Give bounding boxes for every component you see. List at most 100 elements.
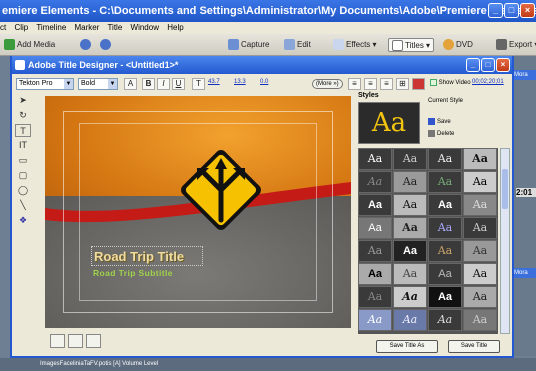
dialog-close-icon[interactable]: × <box>496 58 510 72</box>
menu-bar: ct Clip Timeline Marker Title Window Hel… <box>0 22 536 34</box>
align-left-icon[interactable]: ≡ <box>348 78 361 90</box>
style-swatch[interactable]: Aa <box>428 171 462 193</box>
tracking-value[interactable]: 0.0 <box>260 79 268 85</box>
style-swatch[interactable]: Aa <box>463 240 497 262</box>
style-swatch[interactable]: Aa <box>393 286 427 308</box>
style-swatch[interactable]: Aa <box>358 309 392 331</box>
style-swatch[interactable]: Aa <box>393 217 427 239</box>
save-title-as-button[interactable]: Save Title As <box>376 340 438 353</box>
background-tab-2[interactable]: Mora <box>514 268 536 278</box>
edit-button[interactable]: Edit <box>284 38 311 52</box>
underline-button[interactable]: U <box>172 78 185 90</box>
style-swatch[interactable]: Aa <box>428 217 462 239</box>
status-bar: ImagesFaceliniaTaFV.potis [A] Volume Lev… <box>0 358 536 371</box>
rounded-rect-tool-icon[interactable]: ▢ <box>15 169 31 182</box>
leading-value[interactable]: 13.3 <box>234 79 246 85</box>
style-swatch[interactable]: Aa <box>428 240 462 262</box>
style-swatch[interactable]: Aa <box>463 309 497 331</box>
distribute-icon[interactable] <box>68 334 83 348</box>
style-swatch[interactable]: Aa <box>463 286 497 308</box>
selection-tool-icon[interactable]: ➤ <box>15 94 31 107</box>
style-swatch[interactable]: Aa <box>393 309 427 331</box>
align-center-icon[interactable]: ≡ <box>364 78 377 90</box>
font-family-select[interactable]: Tekton Pro ▼ <box>16 78 74 90</box>
title-canvas[interactable]: Road Trip Title Road Trip Subtitle <box>45 96 351 328</box>
vertical-type-tool-icon[interactable]: IT <box>15 139 31 152</box>
image-tool-icon[interactable]: ❖ <box>15 214 31 227</box>
style-swatch[interactable]: Aa <box>358 148 392 170</box>
menu-clip[interactable]: Clip <box>14 23 28 32</box>
dialog-maximize-icon[interactable]: □ <box>481 58 495 72</box>
dialog-minimize-icon[interactable]: _ <box>466 58 480 72</box>
style-swatch[interactable]: Aa <box>358 217 392 239</box>
dvd-button[interactable]: DVD <box>443 38 473 52</box>
subtitle-text[interactable]: Road Trip Subtitle <box>93 268 173 278</box>
style-swatch[interactable]: Aa <box>358 194 392 216</box>
title-designer-icon <box>15 60 25 70</box>
current-style-preview: Aa <box>358 102 420 144</box>
font-browser-icon[interactable]: A <box>124 78 137 90</box>
style-swatch[interactable]: Aa <box>463 194 497 216</box>
style-swatch[interactable]: Aa <box>463 217 497 239</box>
scroll-thumb[interactable] <box>502 169 508 209</box>
delete-style-button[interactable]: Delete <box>428 130 454 137</box>
menu-marker[interactable]: Marker <box>75 23 100 32</box>
style-swatch[interactable]: Aa <box>393 240 427 262</box>
trash-icon <box>428 130 435 137</box>
export-button[interactable]: Export ▾ <box>496 38 536 52</box>
menu-timeline[interactable]: Timeline <box>36 23 66 32</box>
arrange-icon[interactable] <box>50 334 65 348</box>
line-tool-icon[interactable]: ╲ <box>15 199 31 212</box>
style-swatch[interactable]: Aa <box>428 148 462 170</box>
tab-stops-icon[interactable]: ⊞ <box>396 78 409 90</box>
minimize-icon[interactable]: _ <box>488 3 503 18</box>
style-swatch[interactable]: Aa <box>358 240 392 262</box>
maximize-icon[interactable]: □ <box>504 3 519 18</box>
more-button[interactable]: (More ») <box>312 79 343 89</box>
type-tool-icon[interactable]: T <box>15 124 31 137</box>
background-tab[interactable]: Mora <box>514 70 536 80</box>
styles-scrollbar[interactable] <box>500 148 510 334</box>
menu-title[interactable]: Title <box>107 23 122 32</box>
style-swatch[interactable]: Aa <box>428 286 462 308</box>
capture-button[interactable]: Capture <box>228 38 269 52</box>
close-icon[interactable]: × <box>520 3 535 18</box>
bold-button[interactable]: B <box>142 78 155 90</box>
show-video-toggle[interactable]: Show Video <box>430 79 471 86</box>
style-swatch[interactable]: Aa <box>428 263 462 285</box>
align-right-icon[interactable]: ≡ <box>380 78 393 90</box>
style-swatch[interactable]: Aa <box>428 194 462 216</box>
center-icon[interactable] <box>86 334 101 348</box>
style-swatch[interactable]: Aa <box>428 309 462 331</box>
save-style-button[interactable]: Save <box>428 118 451 125</box>
title-text[interactable]: Road Trip Title <box>91 246 203 266</box>
style-swatch[interactable]: Aa <box>393 263 427 285</box>
menu-window[interactable]: Window <box>131 23 159 32</box>
style-swatch[interactable]: Aa <box>358 171 392 193</box>
style-swatch[interactable]: Aa <box>463 148 497 170</box>
effects-button[interactable]: Effects ▾ <box>333 38 377 52</box>
timecode-value[interactable]: 00;02;20;01 <box>472 79 504 85</box>
menu-item[interactable]: ct <box>0 23 6 32</box>
redo-button[interactable] <box>100 38 113 52</box>
style-swatch[interactable]: Aa <box>463 263 497 285</box>
rotation-tool-icon[interactable]: ↻ <box>15 109 31 122</box>
menu-help[interactable]: Help <box>167 23 183 32</box>
style-swatch[interactable]: Aa <box>393 171 427 193</box>
kerning-value[interactable]: 43.7 <box>208 79 220 85</box>
style-swatch[interactable]: Aa <box>463 171 497 193</box>
style-swatch[interactable]: Aa <box>358 263 392 285</box>
style-swatch[interactable]: Aa <box>393 194 427 216</box>
undo-button[interactable] <box>80 38 93 52</box>
save-title-button[interactable]: Save Title <box>448 340 500 353</box>
italic-button[interactable]: I <box>157 78 170 90</box>
font-style-select[interactable]: Bold ▼ <box>78 78 118 90</box>
style-swatch[interactable]: Aa <box>393 148 427 170</box>
add-media-button[interactable]: Add Media <box>4 38 55 52</box>
template-icon[interactable] <box>412 78 425 90</box>
ellipse-tool-icon[interactable]: ◯ <box>15 184 31 197</box>
rectangle-tool-icon[interactable]: ▭ <box>15 154 31 167</box>
style-swatch[interactable]: Aa <box>358 286 392 308</box>
titles-button[interactable]: Titles ▾ <box>388 38 435 52</box>
road-sign-icon[interactable] <box>173 142 269 238</box>
